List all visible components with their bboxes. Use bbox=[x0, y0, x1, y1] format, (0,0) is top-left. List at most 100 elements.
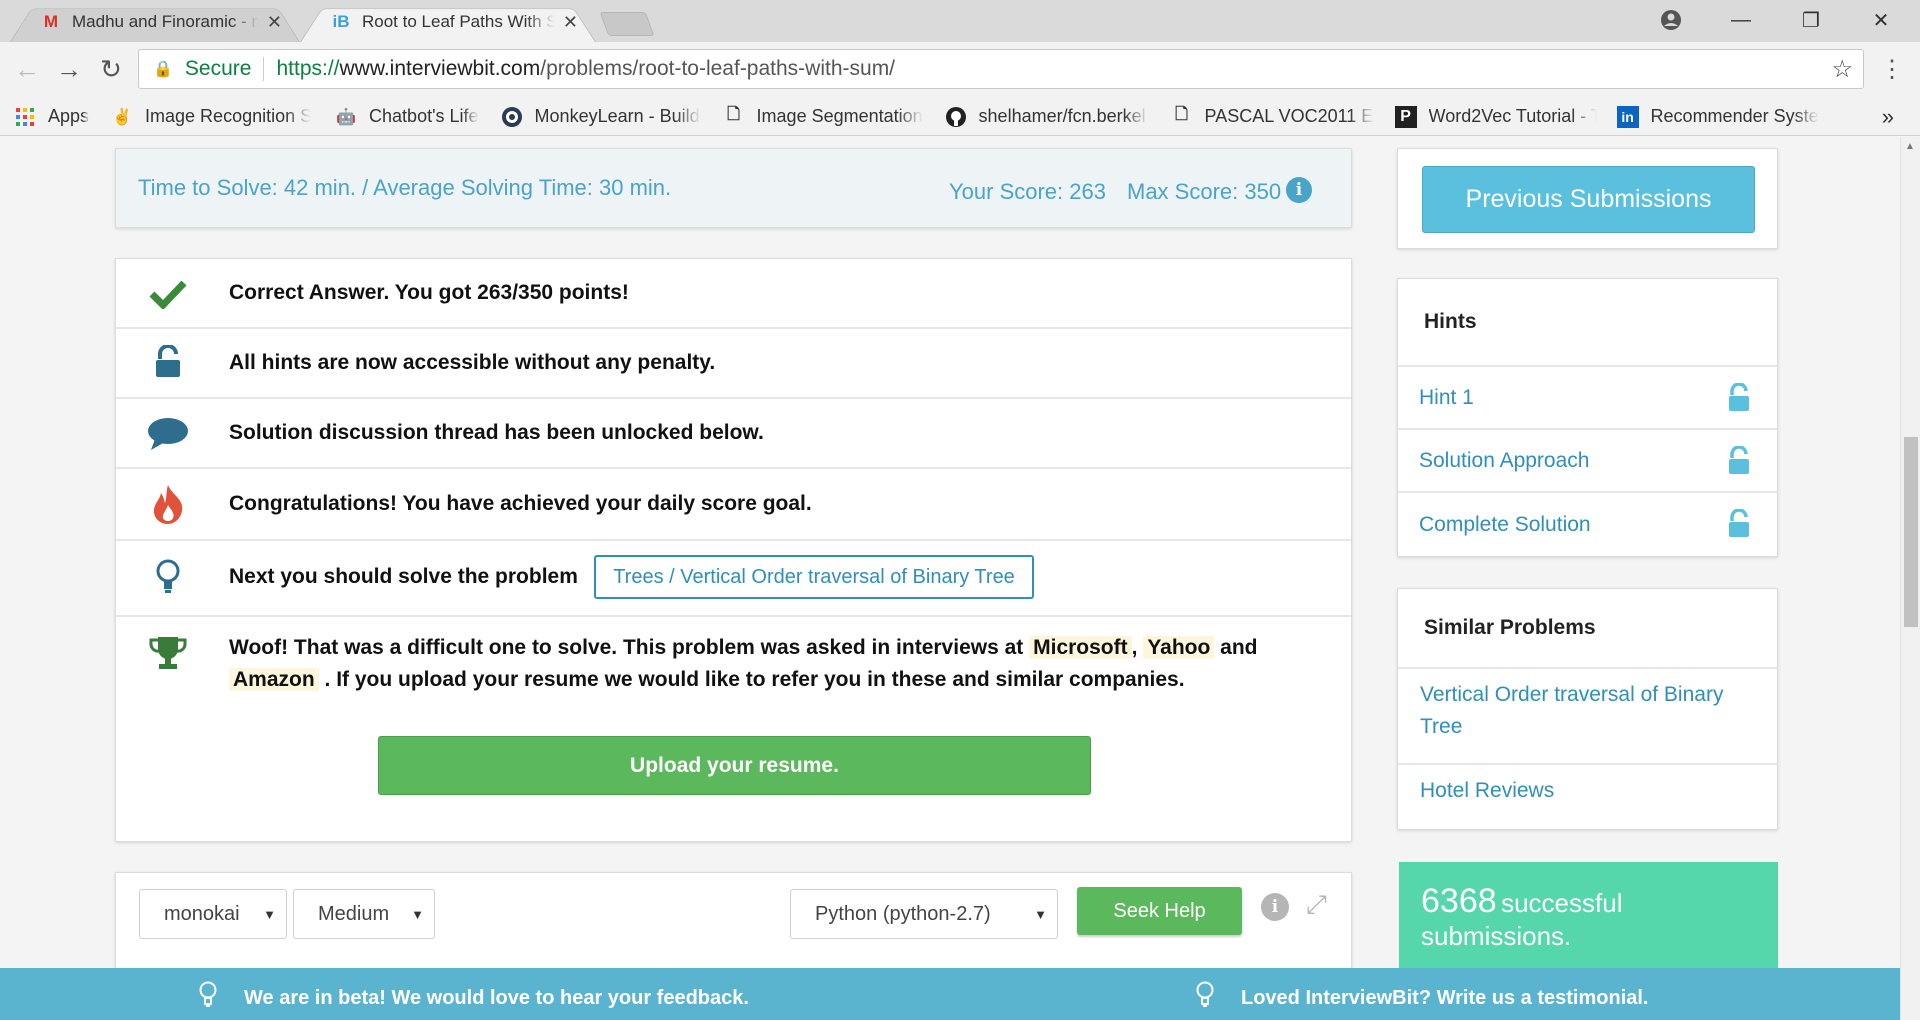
similar-problem-link[interactable]: Vertical Order traversal of Binary Tree bbox=[1398, 669, 1738, 765]
back-arrow-icon[interactable]: ← bbox=[10, 52, 44, 86]
forward-arrow-icon[interactable]: → bbox=[52, 52, 86, 86]
bookmark-label: Apps bbox=[48, 106, 90, 126]
url-text: https://www.interviewbit.com/problems/ro… bbox=[276, 57, 896, 80]
bookmark-label: Image Segmentation bbox=[756, 106, 923, 126]
bookmark-label: MonkeyLearn - Build bbox=[534, 106, 700, 126]
next-problem-link[interactable]: Trees / Vertical Order traversal of Bina… bbox=[594, 555, 1034, 599]
trophy-icon bbox=[146, 635, 190, 671]
scrollbar-thumb[interactable] bbox=[1904, 437, 1918, 627]
language-value: Python (python-2.7) bbox=[815, 902, 991, 925]
daily-goal-text: Congratulations! You have achieved your … bbox=[229, 492, 812, 515]
font-size-select[interactable]: Medium ▼ bbox=[293, 889, 435, 939]
similar-problems-card: Similar Problems Vertical Order traversa… bbox=[1397, 588, 1778, 830]
previous-submissions-card: Previous Submissions bbox=[1397, 148, 1778, 249]
max-score: Max Score: 350 bbox=[1127, 179, 1282, 204]
bookmark-chatbots-life[interactable]: 🤖 Chatbot's Life bbox=[335, 106, 479, 128]
minimize-icon[interactable]: — bbox=[1706, 0, 1776, 40]
browser-toolbar: ← → ↻ 🔒 Secure https://www.interviewbit.… bbox=[0, 42, 1920, 98]
hint-item[interactable]: Solution Approach bbox=[1398, 430, 1777, 493]
language-select[interactable]: Python (python-2.7) ▼ bbox=[790, 889, 1058, 939]
checkmark-icon bbox=[146, 279, 190, 309]
similar-problems-title: Similar Problems bbox=[1398, 589, 1777, 669]
font-size-value: Medium bbox=[318, 902, 390, 925]
restore-icon[interactable]: ❐ bbox=[1776, 0, 1846, 40]
result-hints-row: All hints are now accessible without any… bbox=[116, 329, 1351, 399]
robot-icon: 🤖 bbox=[336, 108, 356, 126]
page-content: Time to Solve: 42 min. / Average Solving… bbox=[0, 137, 1900, 1020]
result-next-problem-row: Next you should solve the problem Trees … bbox=[116, 541, 1351, 617]
speech-bubble-icon bbox=[146, 417, 190, 451]
score-stats-bar: Time to Solve: 42 min. / Average Solving… bbox=[115, 148, 1352, 228]
feedback-bar: We are in beta! We would love to hear yo… bbox=[0, 968, 1900, 1020]
previous-submissions-button[interactable]: Previous Submissions bbox=[1422, 166, 1755, 233]
upload-resume-button[interactable]: Upload your resume. bbox=[378, 736, 1091, 795]
unlock-icon bbox=[1727, 445, 1751, 482]
bookmark-monkeylearn[interactable]: MonkeyLearn - Build bbox=[501, 106, 701, 128]
window-close-icon[interactable]: ✕ bbox=[1846, 0, 1916, 40]
address-bar[interactable]: 🔒 Secure https://www.interviewbit.com/pr… bbox=[138, 49, 1864, 89]
bookmark-star-icon[interactable]: ☆ bbox=[1831, 55, 1853, 84]
seek-help-button[interactable]: Seek Help bbox=[1077, 887, 1242, 935]
page-scrollbar[interactable]: ▲ bbox=[1900, 137, 1920, 1020]
more-bookmarks-icon[interactable]: » bbox=[1882, 104, 1894, 130]
tab-gmail[interactable]: M Madhu and Finoramic - m ✕ bbox=[10, 2, 300, 43]
bookmark-label: PASCAL VOC2011 Exa bbox=[1204, 106, 1375, 126]
info-icon[interactable]: i bbox=[1286, 177, 1312, 203]
info-icon[interactable]: i bbox=[1261, 893, 1289, 921]
bookmark-recommender-systems[interactable]: in Recommender Systen bbox=[1616, 105, 1819, 128]
result-discussion-row: Solution discussion thread has been unlo… bbox=[116, 399, 1351, 469]
tab-interviewbit[interactable]: iB Root to Leaf Paths With Sum ✕ bbox=[300, 2, 596, 43]
theme-value: monokai bbox=[164, 902, 240, 925]
chrome-menu-icon[interactable]: ⋮ bbox=[1880, 55, 1904, 84]
apps-grid-icon bbox=[14, 106, 36, 128]
submission-results: Correct Answer. You got 263/350 points! … bbox=[115, 258, 1352, 842]
github-icon bbox=[945, 106, 967, 128]
bookmark-image-recognition[interactable]: ✌ Image Recognition St bbox=[111, 106, 311, 128]
bookmark-label: Chatbot's Life bbox=[369, 106, 479, 126]
page-icon: 🗋 bbox=[1175, 106, 1188, 123]
lightbulb-icon bbox=[1195, 981, 1215, 1015]
reload-icon[interactable]: ↻ bbox=[94, 52, 128, 86]
bookmark-pascal-voc[interactable]: 🗋 PASCAL VOC2011 Exa bbox=[1171, 106, 1375, 128]
tab-title: Madhu and Finoramic - m bbox=[72, 12, 259, 31]
caret-down-icon: ▼ bbox=[1034, 906, 1047, 922]
result-companies-row: Woof! That was a difficult one to solve.… bbox=[116, 617, 1351, 843]
hint-item[interactable]: Hint 1 bbox=[1398, 367, 1777, 430]
your-score: Your Score: 263 bbox=[949, 179, 1106, 204]
testimonial-link[interactable]: Loved InterviewBit? Write us a testimoni… bbox=[1195, 981, 1649, 1015]
bookmark-apps[interactable]: Apps bbox=[14, 106, 89, 128]
result-correct-row: Correct Answer. You got 263/350 points! bbox=[116, 259, 1351, 329]
beta-feedback-link[interactable]: We are in beta! We would love to hear yo… bbox=[198, 981, 749, 1015]
profile-icon[interactable] bbox=[1636, 0, 1706, 40]
bookmark-word2vec[interactable]: P Word2Vec Tutorial - T bbox=[1394, 105, 1597, 128]
bookmarks-bar: Apps ✌ Image Recognition St 🤖 Chatbot's … bbox=[0, 98, 1920, 136]
bookmark-label: shelhamer/fcn.berkel bbox=[978, 106, 1146, 126]
page-icon: 🗋 bbox=[727, 106, 740, 123]
bookmark-image-segmentation[interactable]: 🗋 Image Segmentation bbox=[723, 106, 923, 128]
similar-problem-link[interactable]: Hotel Reviews bbox=[1398, 775, 1777, 807]
result-goal-row: Congratulations! You have achieved your … bbox=[116, 469, 1351, 541]
linkedin-icon: in bbox=[1616, 105, 1639, 128]
hints-accessible-text: All hints are now accessible without any… bbox=[229, 351, 716, 374]
bookmark-fcn-berkeley[interactable]: shelhamer/fcn.berkel bbox=[945, 106, 1149, 128]
tab-title: Root to Leaf Paths With Sum bbox=[362, 12, 555, 31]
p-icon: P bbox=[1394, 105, 1417, 128]
next-problem-label: Next you should solve the problem bbox=[229, 565, 578, 588]
company-badge: Amazon bbox=[229, 668, 319, 691]
company-badge: Yahoo bbox=[1143, 636, 1215, 659]
lightbulb-icon bbox=[198, 981, 218, 1015]
secure-label: Secure bbox=[185, 57, 265, 81]
bookmark-label: Recommender Systen bbox=[1650, 106, 1819, 126]
unlock-icon bbox=[1727, 382, 1751, 419]
scroll-up-icon[interactable]: ▲ bbox=[1905, 141, 1915, 152]
hand-icon: ✌ bbox=[112, 108, 132, 126]
theme-select[interactable]: monokai ▼ bbox=[139, 889, 287, 939]
caret-down-icon: ▼ bbox=[411, 906, 424, 922]
close-icon[interactable]: ✕ bbox=[563, 12, 578, 33]
expand-icon[interactable]: ⤢ bbox=[1306, 889, 1327, 921]
hints-card: Hints Hint 1 Solution Approach Complete … bbox=[1397, 278, 1778, 557]
company-badge: Microsoft bbox=[1029, 636, 1132, 659]
new-tab-button[interactable] bbox=[599, 12, 655, 36]
hint-item[interactable]: Complete Solution bbox=[1398, 493, 1777, 556]
close-icon[interactable]: ✕ bbox=[267, 12, 282, 33]
